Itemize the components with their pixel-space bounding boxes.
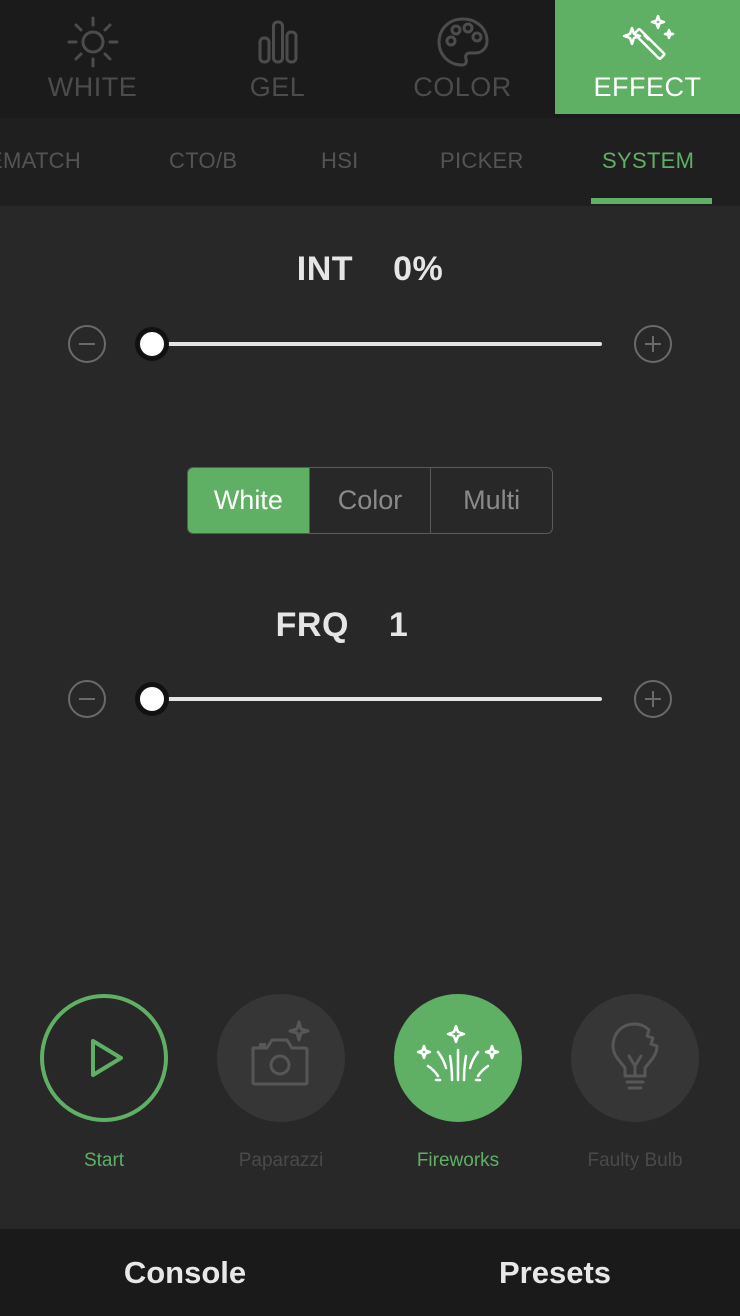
effect-paparazzi-label: Paparazzi <box>238 1150 324 1171</box>
frq-slider-thumb[interactable] <box>135 682 169 716</box>
play-icon <box>91 1039 123 1077</box>
console-button[interactable]: Console <box>0 1229 370 1316</box>
effect-fireworks-label: Fireworks <box>416 1150 500 1171</box>
tab-effect-label: EFFECT <box>593 72 702 102</box>
paparazzi-button[interactable] <box>217 994 345 1122</box>
effect-paparazzi[interactable]: Paparazzi <box>217 994 345 1172</box>
segment-color[interactable]: Color <box>308 468 431 533</box>
effect-mode-segmented-control: White Color Multi <box>187 467 553 534</box>
tab-white[interactable]: WHITE <box>0 0 185 118</box>
int-slider-thumb[interactable] <box>135 327 169 361</box>
effect-start[interactable]: Start <box>40 994 168 1172</box>
tab-gel-label: GEL <box>249 72 306 102</box>
tab-picker[interactable]: PICKER <box>440 148 524 174</box>
frq-slider-title: FRQ 1 <box>0 606 712 645</box>
plus-icon <box>645 336 661 352</box>
frq-value: 1 <box>388 606 409 644</box>
int-decrease-button[interactable] <box>68 325 106 363</box>
tab-cto-b[interactable]: CTO/B <box>169 148 237 174</box>
fireworks-icon <box>416 1024 500 1082</box>
faulty-bulb-button[interactable] <box>571 994 699 1122</box>
sub-tab-bar: EMATCH CTO/B HSI PICKER SYSTEM <box>0 118 740 206</box>
effect-fireworks[interactable]: Fireworks <box>394 994 522 1172</box>
effect-faulty-bulb[interactable]: Faulty Bulb <box>571 994 699 1172</box>
presets-button[interactable]: Presets <box>370 1229 740 1316</box>
tab-color[interactable]: COLOR <box>370 0 555 118</box>
tab-effect[interactable]: EFFECT <box>555 0 740 114</box>
int-slider-track[interactable] <box>152 342 602 346</box>
int-value: 0% <box>393 250 444 288</box>
tab-system[interactable]: SYSTEM <box>602 148 694 174</box>
effect-start-label: Start <box>83 1150 125 1171</box>
int-label: INT <box>296 250 354 288</box>
broken-bulb-icon <box>611 1022 659 1090</box>
frq-label: FRQ <box>275 606 349 644</box>
tab-gel[interactable]: GEL <box>185 0 370 118</box>
fireworks-button[interactable] <box>394 994 522 1122</box>
magic-wand-icon <box>622 14 674 61</box>
tab-color-label: COLOR <box>413 72 512 102</box>
int-increase-button[interactable] <box>634 325 672 363</box>
frq-slider-track[interactable] <box>152 697 602 701</box>
tab-white-label: WHITE <box>47 72 138 102</box>
tab-ematch[interactable]: EMATCH <box>0 148 81 174</box>
frq-increase-button[interactable] <box>634 680 672 718</box>
frq-decrease-button[interactable] <box>68 680 106 718</box>
tab-hsi[interactable]: HSI <box>321 148 359 174</box>
effect-faulty-bulb-label: Faulty Bulb <box>587 1150 683 1171</box>
int-slider-title: INT 0% <box>0 250 740 289</box>
minus-icon <box>79 343 95 345</box>
minus-icon <box>79 698 95 700</box>
start-button[interactable] <box>40 994 168 1122</box>
bar-chart-icon <box>258 20 297 64</box>
palette-icon <box>436 17 489 67</box>
segment-white[interactable]: White <box>188 468 309 533</box>
bottom-navigation: Console Presets <box>0 1229 740 1316</box>
sun-icon <box>67 16 118 68</box>
camera-sparkle-icon <box>251 1020 310 1086</box>
plus-icon <box>645 691 661 707</box>
mode-tab-bar: WHITE GEL COLOR EFFECT <box>0 0 740 118</box>
segment-multi[interactable]: Multi <box>430 468 552 533</box>
active-tab-indicator <box>591 198 712 204</box>
